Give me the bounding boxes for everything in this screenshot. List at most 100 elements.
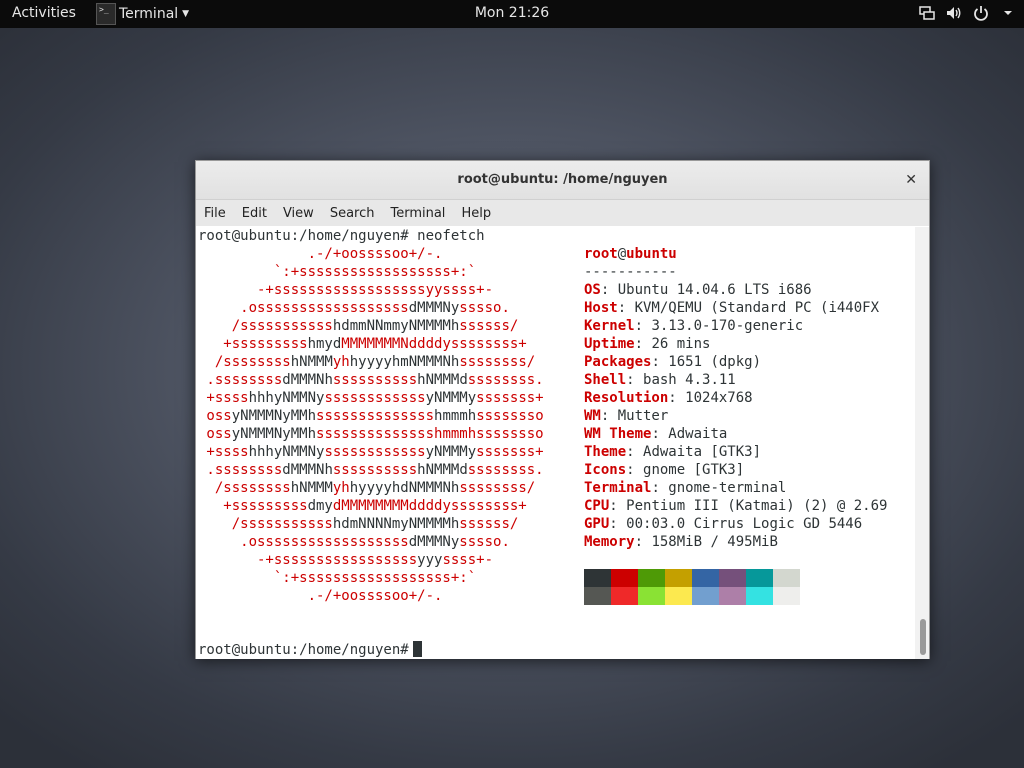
logo-segment: hmyd [307,336,342,352]
logo-segment: yh [332,480,350,496]
logo-segment: dMMMNh [282,462,333,478]
app-menu-label: Terminal [119,6,179,22]
logo-segment: hdmNNNNmyNMMMMh [332,516,460,532]
info-label: Terminal [584,480,652,496]
logo-segment: +ssss [198,390,249,406]
logo-segment: dMMMMMMMMddddyssssssss+ [332,498,527,514]
logo-segment: ssssssss/ [459,354,536,370]
power-icon[interactable] [973,5,989,21]
menu-terminal[interactable]: Terminal [382,206,453,221]
info-row: Uptime: 26 mins [584,335,887,353]
logo-segment: sssssssssssssshmmmhssssssso [316,426,544,442]
info-value: 158MiB / 495MiB [651,534,778,550]
menu-edit[interactable]: Edit [234,206,275,221]
logo-segment: +sssssssss [198,498,308,514]
color-swatch [584,587,611,605]
volume-icon[interactable] [946,5,962,21]
window-titlebar[interactable]: root@ubuntu: /home/nguyen ✕ [196,161,929,200]
info-colon: : [600,282,618,298]
info-value: gnome-terminal [668,480,787,496]
info-label: WM Theme [584,426,652,442]
logo-segment: ssssssssssss [324,444,426,460]
menu-view[interactable]: View [275,206,322,221]
palette-row-bright [584,587,800,605]
info-row: Terminal: gnome-terminal [584,479,887,497]
logo-segment: dMMMNh [282,372,333,388]
info-colon: : [651,426,669,442]
logo-segment: oss [198,408,232,424]
chevron-down-icon[interactable] [1000,5,1016,21]
logo-line: .ssssssssdMMMNhsssssssssshNMMMdssssssss. [198,461,544,479]
logo-line: .ossssssssssssssssssdMMMNysssso. [198,299,544,317]
info-colon: : [634,318,652,334]
info-label: Resolution [584,390,669,406]
activities-button[interactable]: Activities [12,5,76,21]
clock[interactable]: Mon 21:26 [475,5,549,21]
info-label: GPU [584,516,610,532]
logo-segment: yNMMMy [425,390,477,406]
color-swatch [719,569,746,587]
logo-segment: yyy [417,552,443,568]
logo-segment: sssso. [459,300,510,316]
color-swatch [584,569,611,587]
terminal-window: root@ubuntu: /home/nguyen ✕ File Edit Vi… [195,160,930,659]
info-value: gnome [GTK3] [643,462,745,478]
logo-segment: ssssssssss [332,462,418,478]
scrollbar-thumb[interactable] [920,619,926,655]
logo-segment: yNMMMNyMMh [231,408,317,424]
info-row: Packages: 1651 (dpkg) [584,353,887,371]
logo-line: /sssssssshNMMMyhhyyyyhmNMMMNhssssssss/ [198,353,544,371]
terminal-app-icon: >_ [96,3,116,25]
logo-line: /ssssssssssshdmNNNNmyNMMMMhssssss/ [198,515,544,533]
logo-segment: +sssssssss [198,336,308,352]
logo-segment: MMMMMMMNddddyssssssss+ [341,336,527,352]
info-value: Adwaita [GTK3] [643,444,762,460]
info-colon: : [634,336,652,352]
logo-segment: .-/+oossssoo+/-. [198,588,443,604]
app-menu[interactable]: >_ Terminal ▼ [96,0,189,28]
system-tray[interactable] [919,5,1016,21]
color-swatch [611,569,638,587]
color-swatch [692,569,719,587]
color-palette [584,569,800,605]
info-colon: : [626,372,644,388]
close-icon[interactable]: ✕ [905,161,917,199]
top-bar: Activities >_ Terminal ▼ Mon 21:26 [0,0,1024,28]
menu-help[interactable]: Help [453,206,499,221]
info-value: KVM/QEMU (Standard PC (i440FX [634,300,880,316]
menu-search[interactable]: Search [322,206,383,221]
info-value: bash 4.3.11 [643,372,736,388]
logo-segment: .ssssssss [198,462,283,478]
logo-line: +sssshhhyNMMNyssssssssssssyNMMMysssssss+ [198,389,544,407]
logo-line: `:+ssssssssssssssssss+:` [198,569,544,587]
info-user: root [584,246,618,262]
info-label: Memory [584,534,635,550]
logo-line: ossyNMMMNyMMhsssssssssssssshmmmhssssssso [198,425,544,443]
info-colon: : [626,462,644,478]
logo-segment: `:+ssssssssssssssssss+:` [198,264,477,280]
logo-segment: ssssssssssss [324,390,426,406]
text-cursor [412,641,422,657]
logo-line: -+ssssssssssssssssssyyssss+- [198,281,544,299]
logo-segment: yh [332,354,350,370]
logo-line: -+sssssssssssssssssyyyssss+- [198,551,544,569]
color-swatch [773,569,800,587]
network-wired-icon[interactable] [919,5,935,21]
info-colon: : [609,516,627,532]
logo-segment: hhhyNMMNy [248,390,325,406]
logo-segment: ssss+- [442,552,494,568]
info-label: Packages [584,354,652,370]
info-value: Mutter [617,408,669,424]
logo-segment: dMMMNy [408,534,460,550]
menu-file[interactable]: File [196,206,234,221]
logo-line: +ssssssssshmydMMMMMMMNddddyssssssss+ [198,335,544,353]
info-label: Host [584,300,618,316]
logo-line: .ossssssssssssssssssdMMMNysssso. [198,533,544,551]
logo-line: .ssssssssdMMMNhsssssssssshNMMMdssssssss. [198,371,544,389]
logo-segment: sssssss+ [476,444,544,460]
terminal-content[interactable]: root@ubuntu:/home/nguyen# neofetch .-/+o… [196,227,916,659]
logo-line: +sssssssssdmydMMMMMMMMddddyssssssss+ [198,497,544,515]
scrollbar[interactable] [915,227,929,659]
info-value: Pentium III (Katmai) (2) @ 2.69 [626,498,888,514]
user-host-line: root@ubuntu [584,245,887,263]
